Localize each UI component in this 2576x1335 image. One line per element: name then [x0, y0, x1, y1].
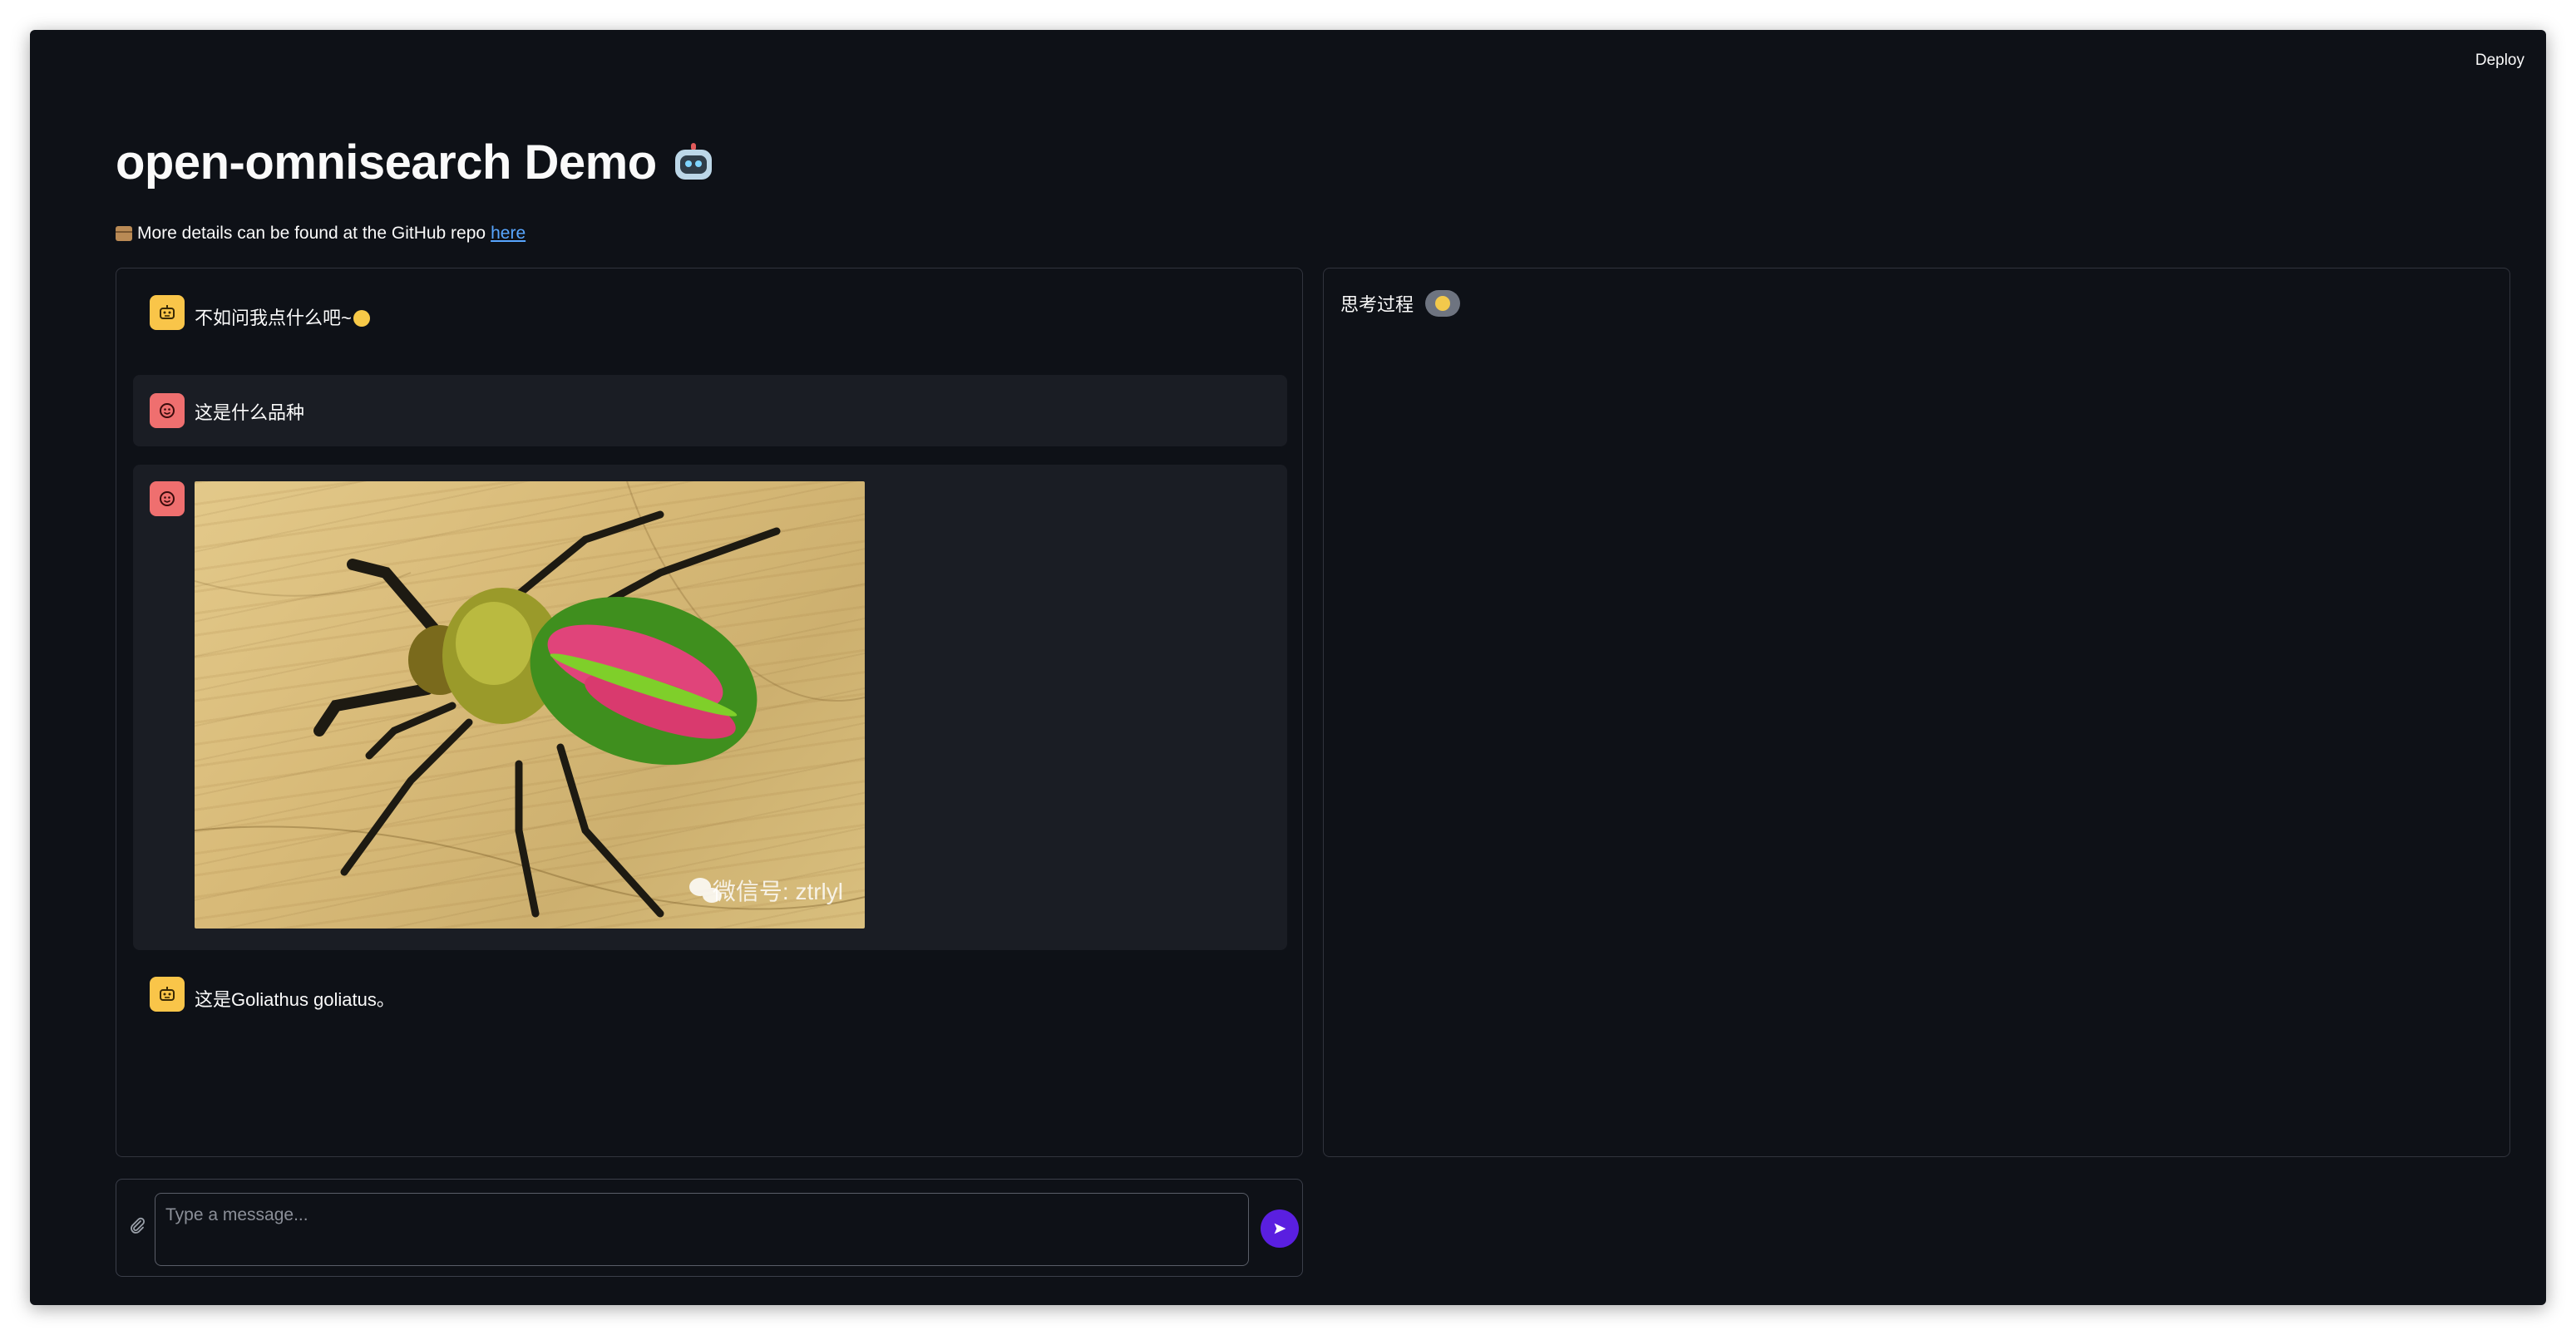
chat-panel: 不如问我点什么吧~ 这是什么品种 微信号: ztrlyl 这是Goliathus… — [116, 268, 1303, 1157]
paperclip-icon[interactable] — [125, 1213, 150, 1238]
robot-face-icon — [150, 977, 185, 1012]
robot-face-icon — [150, 295, 185, 330]
message-text: 这是什么品种 — [195, 402, 305, 423]
thinking-face-icon — [1425, 290, 1461, 317]
app-window: Deploy open-omnisearch Demo More details… — [30, 30, 2546, 1305]
page-title-text: open-omnisearch Demo — [116, 135, 657, 190]
chat-message-assistant: 不如问我点什么吧~ — [133, 285, 1287, 340]
message-input[interactable] — [155, 1193, 1249, 1266]
chat-message-user: 这是什么品种 — [133, 375, 1287, 446]
chat-message-user-image: 微信号: ztrlyl — [133, 465, 1287, 950]
chat-input-container — [116, 1179, 1303, 1277]
message-text: 不如问我点什么吧~ — [195, 303, 370, 330]
send-arrow-icon — [1274, 1223, 1286, 1234]
smiley-face-icon — [150, 481, 185, 516]
thinking-panel: 思考过程 — [1323, 268, 2510, 1157]
thinking-header: 思考过程 — [1340, 290, 1461, 317]
package-icon — [116, 226, 132, 241]
subtitle-text: More details can be found at the GitHub … — [137, 224, 486, 243]
robot-icon — [672, 142, 715, 183]
smiley-face-icon — [150, 393, 185, 428]
send-button[interactable] — [1261, 1209, 1299, 1248]
thinking-title: 思考过程 — [1340, 294, 1414, 315]
subtitle: More details can be found at the GitHub … — [116, 224, 526, 244]
page-title: open-omnisearch Demo — [116, 135, 715, 190]
github-link[interactable]: here — [491, 224, 526, 244]
grinning-face-icon — [353, 310, 370, 327]
image-watermark: 微信号: ztrlyl — [712, 879, 843, 904]
deploy-button[interactable]: Deploy — [2470, 48, 2529, 73]
message-text: 这是Goliathus goliatus。 — [195, 989, 395, 1010]
chat-message-assistant: 这是Goliathus goliatus。 — [133, 967, 1287, 1022]
beetle-photo: 微信号: ztrlyl — [195, 481, 865, 929]
